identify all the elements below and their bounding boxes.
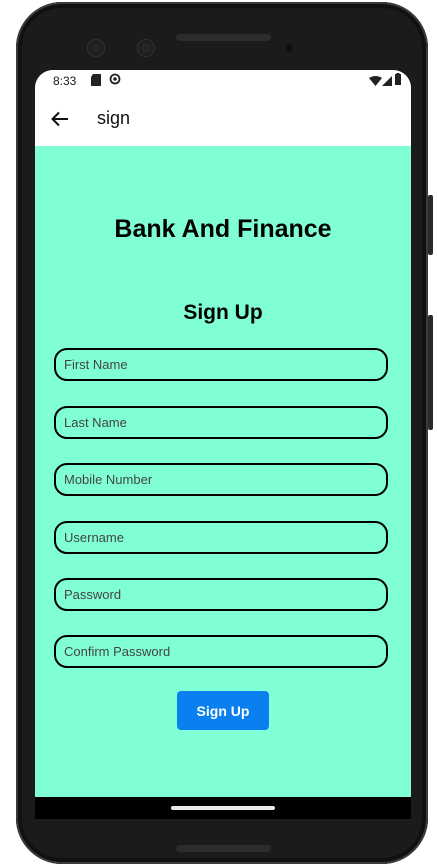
confirm-password-field[interactable] — [54, 635, 388, 668]
proximity-sensor — [285, 44, 293, 52]
front-camera — [88, 40, 104, 56]
sign-up-button[interactable]: Sign Up — [177, 691, 269, 730]
mobile-number-field[interactable] — [54, 463, 388, 496]
brand-title: Bank And Finance — [114, 215, 332, 243]
signal-icon — [382, 75, 392, 89]
arrow-left-icon[interactable] — [50, 109, 70, 129]
app-bar-title: sign — [97, 108, 131, 128]
form-title: Sign Up — [183, 301, 263, 324]
battery-icon — [395, 73, 401, 88]
front-sensor — [138, 40, 154, 56]
top-speaker — [176, 34, 271, 41]
username-field[interactable] — [54, 521, 388, 554]
sync-icon — [109, 73, 121, 88]
app-bar: sign — [35, 92, 411, 146]
app-screen: 8:33 sign Bank And Finance Sign Up Sign … — [35, 70, 411, 797]
power-button — [428, 195, 433, 255]
first-name-field[interactable] — [54, 348, 388, 381]
last-name-field[interactable] — [54, 406, 388, 439]
volume-button — [428, 315, 433, 430]
status-time: 8:33 — [53, 74, 77, 88]
home-gesture-pill[interactable] — [171, 806, 275, 810]
bottom-speaker — [176, 845, 271, 852]
status-bar: 8:33 — [35, 70, 411, 92]
wifi-icon — [369, 75, 382, 89]
navigation-bar — [35, 797, 411, 819]
sd-card-icon — [91, 74, 101, 89]
password-field[interactable] — [54, 578, 388, 611]
